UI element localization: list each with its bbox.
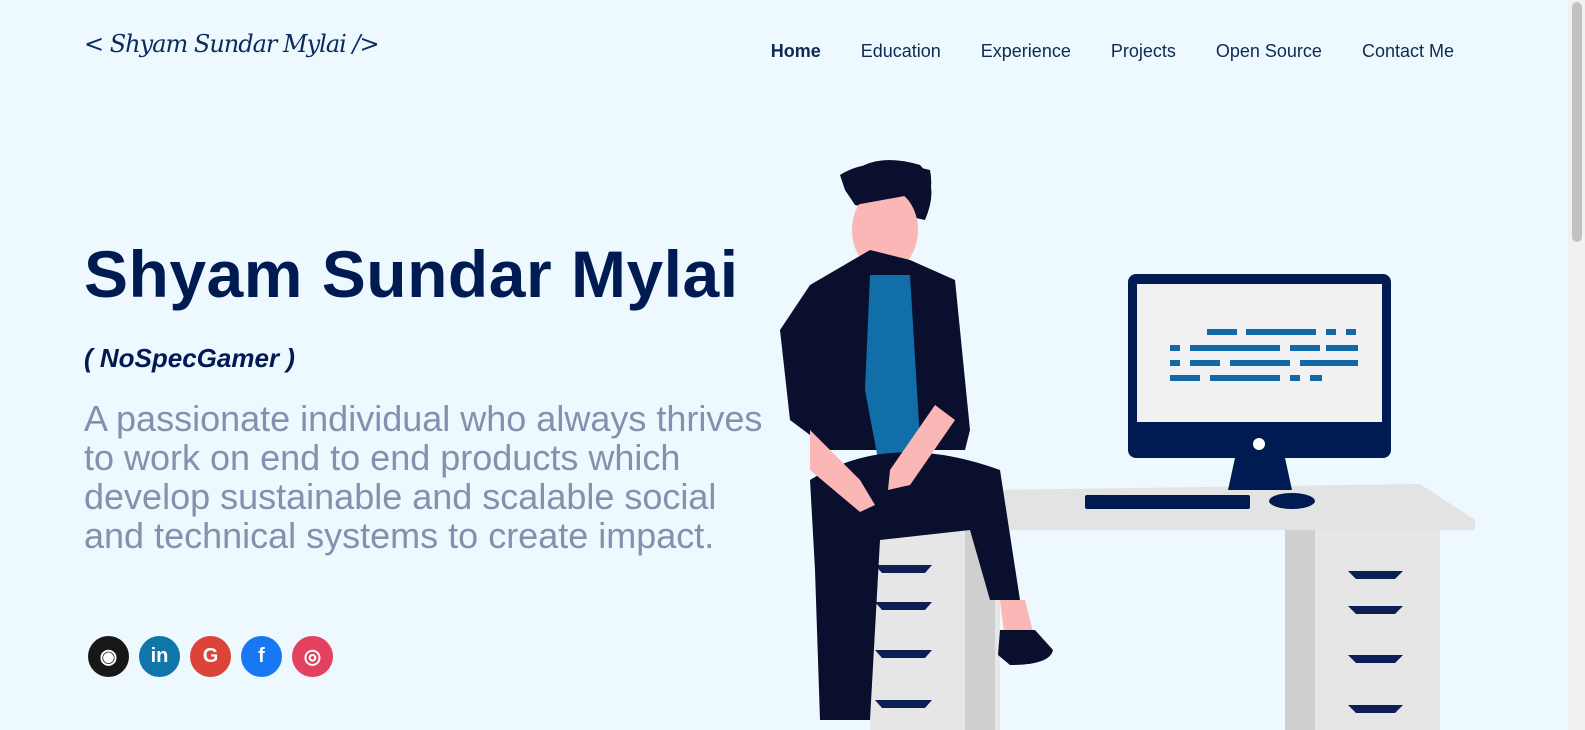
nav-open-source[interactable]: Open Source — [1216, 41, 1322, 62]
google-icon[interactable]: G — [190, 636, 231, 677]
nav-home[interactable]: Home — [771, 41, 821, 62]
main-nav: Home Education Experience Projects Open … — [771, 41, 1454, 62]
hero-description: A passionate individual who always thriv… — [84, 398, 763, 556]
hero-name: Shyam Sundar Mylai — [84, 237, 739, 311]
hero-nickname: ( NoSpecGamer ) — [84, 343, 295, 373]
instagram-icon[interactable]: ◎ — [292, 636, 333, 677]
linkedin-icon[interactable]: in — [139, 636, 180, 677]
github-icon[interactable]: ◉ — [88, 636, 129, 677]
monitor — [1085, 274, 1391, 509]
logo-signature[interactable]: < Shyam Sundar Mylai /> — [84, 30, 380, 58]
scrollbar[interactable] — [1568, 0, 1585, 730]
nav-projects[interactable]: Projects — [1111, 41, 1176, 62]
facebook-icon[interactable]: f — [241, 636, 282, 677]
scrollbar-thumb[interactable] — [1572, 2, 1582, 242]
developer-illustration — [780, 160, 1475, 730]
social-links: ◉ in Gf ◎ — [88, 636, 333, 677]
nav-education[interactable]: Education — [861, 41, 941, 62]
nav-contact-me[interactable]: Contact Me — [1362, 41, 1454, 62]
nav-experience[interactable]: Experience — [981, 41, 1071, 62]
